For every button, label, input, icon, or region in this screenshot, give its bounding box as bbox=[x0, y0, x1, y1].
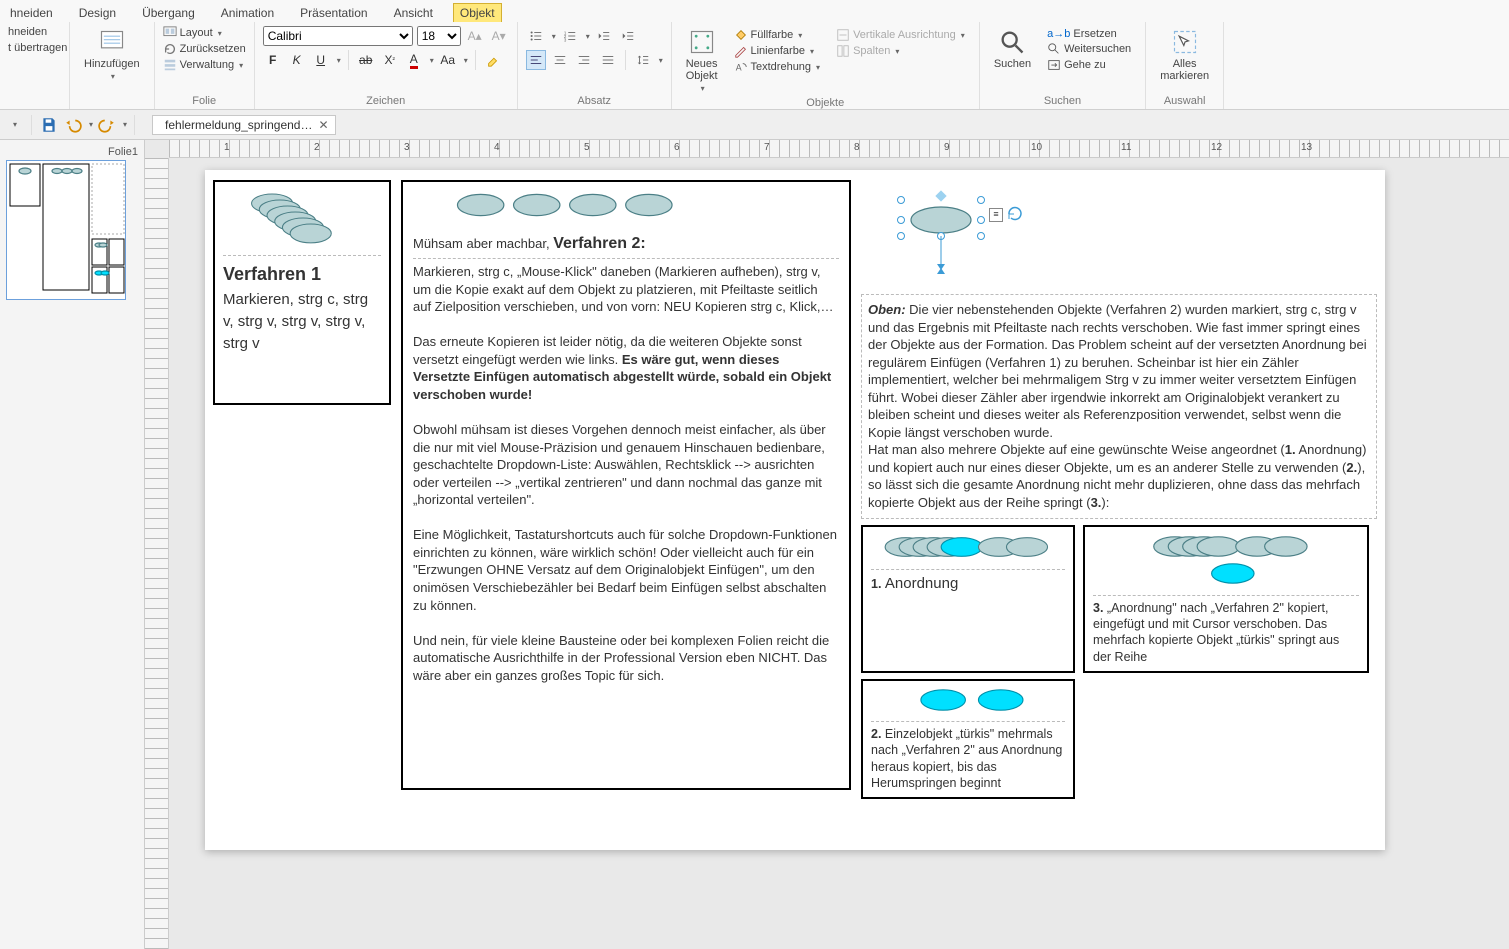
box-anordnung2[interactable]: 2. Einzelobjekt „türkis" mehrmals nach „… bbox=[861, 679, 1075, 799]
qa-redo[interactable] bbox=[97, 115, 117, 135]
quick-access: ▾ ▾ ▾ fehlermeldung_springend… ✕ bbox=[0, 110, 1509, 140]
box-anordnung3[interactable]: 3. „Anordnung" nach „Verfahren 2" kopier… bbox=[1083, 525, 1369, 673]
group-suchen: Suchen bbox=[988, 93, 1137, 109]
verfahren2-graphic bbox=[413, 190, 703, 220]
cmd-replace[interactable]: a→b Ersetzen bbox=[1047, 28, 1131, 40]
cmd-cut[interactable]: hneiden bbox=[8, 26, 61, 38]
menu-tabs: hneiden Design Übergang Animation Präsen… bbox=[0, 0, 1509, 22]
cmd-textrot[interactable]: ATextdrehung▾ bbox=[734, 60, 821, 74]
document-tab[interactable]: fehlermeldung_springend… ✕ bbox=[152, 115, 336, 135]
super[interactable]: X² bbox=[380, 50, 400, 70]
ribbon: hneiden t übertragen Hinzufügen ▾ Layout… bbox=[0, 22, 1509, 110]
strike[interactable]: ab bbox=[356, 50, 376, 70]
underline[interactable]: U bbox=[311, 50, 331, 70]
rotate-handle-icon[interactable] bbox=[1007, 206, 1023, 222]
slide-canvas[interactable]: 12345678910111213 Verfahren 1 Markieren,… bbox=[145, 140, 1509, 949]
add-slide[interactable]: Hinzufügen ▾ bbox=[78, 26, 146, 83]
group-zeichen: Zeichen bbox=[263, 93, 509, 109]
cmd-layout[interactable]: Layout▾ bbox=[163, 26, 246, 40]
linespacing[interactable] bbox=[633, 50, 653, 70]
fontcolor[interactable]: A bbox=[404, 50, 424, 70]
group-folie: Folie bbox=[163, 93, 246, 109]
ruler-horizontal: 12345678910111213 bbox=[169, 140, 1509, 158]
indent[interactable] bbox=[618, 26, 638, 46]
highlight[interactable] bbox=[483, 50, 503, 70]
font-size[interactable]: 18 bbox=[417, 26, 461, 46]
tab-cut[interactable]: hneiden bbox=[4, 4, 59, 22]
right-text[interactable]: Oben: Die vier nebenstehenden Objekte (V… bbox=[861, 294, 1377, 519]
search-icon bbox=[998, 28, 1026, 56]
cmd-manage[interactable]: Verwaltung▾ bbox=[163, 58, 246, 72]
outdent[interactable] bbox=[594, 26, 614, 46]
document-name: fehlermeldung_springend… bbox=[165, 118, 312, 132]
verfahren1-graphic bbox=[223, 188, 383, 248]
font-family[interactable]: Calibri bbox=[263, 26, 413, 46]
cmd-select-all[interactable]: Alles markieren bbox=[1154, 26, 1215, 84]
selected-shape[interactable]: ≡ bbox=[901, 180, 981, 290]
select-all-icon bbox=[1171, 28, 1199, 56]
italic[interactable]: K bbox=[287, 50, 307, 70]
align-left[interactable] bbox=[526, 50, 546, 70]
ruler-vertical bbox=[145, 158, 169, 949]
group-auswahl: Auswahl bbox=[1154, 93, 1215, 109]
cmd-reset[interactable]: Zurücksetzen bbox=[163, 42, 246, 56]
qa-save[interactable] bbox=[39, 115, 59, 135]
case[interactable]: Aa bbox=[438, 50, 458, 70]
align-right[interactable] bbox=[574, 50, 594, 70]
qa-undo[interactable] bbox=[63, 115, 83, 135]
close-doc-icon[interactable]: ✕ bbox=[318, 118, 328, 132]
new-object[interactable]: Neues Objekt▾ bbox=[680, 26, 724, 95]
cmd-findnext[interactable]: Weitersuchen bbox=[1047, 42, 1131, 56]
tab-view[interactable]: Ansicht bbox=[388, 4, 439, 22]
new-object-icon bbox=[688, 28, 716, 56]
box-verfahren2[interactable]: Mühsam aber machbar, Verfahren 2: Markie… bbox=[401, 180, 851, 790]
tab-object[interactable]: Objekt bbox=[453, 3, 502, 22]
cmd-linecolor[interactable]: Linienfarbe▾ bbox=[734, 44, 821, 58]
box-anordnung1[interactable]: 1. Anordnung bbox=[861, 525, 1075, 673]
font-shrink[interactable]: A▾ bbox=[489, 26, 509, 46]
workspace: Folie1 12345678910111213 bbox=[0, 140, 1509, 949]
group-objekte: Objekte bbox=[680, 95, 971, 111]
svg-text:A: A bbox=[735, 63, 741, 73]
cmd-fillcolor[interactable]: Füllfarbe▾ bbox=[734, 28, 821, 42]
svg-text:3: 3 bbox=[564, 37, 567, 42]
slide-panel: Folie1 bbox=[0, 140, 145, 949]
align-justify[interactable] bbox=[598, 50, 618, 70]
tab-transition[interactable]: Übergang bbox=[136, 4, 201, 22]
cmd-columns: Spalten▾ bbox=[836, 44, 965, 58]
cmd-search[interactable]: Suchen bbox=[988, 26, 1037, 72]
align-center[interactable] bbox=[550, 50, 570, 70]
add-slide-icon bbox=[98, 28, 126, 56]
panel-right: ≡ Oben: Die vier nebenstehenden Objekte … bbox=[861, 180, 1377, 799]
box-verfahren1[interactable]: Verfahren 1 Markieren, strg c, strg v, s… bbox=[213, 180, 391, 405]
v1-title: Verfahren 1 bbox=[223, 260, 381, 289]
font-grow[interactable]: A▴ bbox=[465, 26, 485, 46]
cmd-valign: Vertikale Ausrichtung▾ bbox=[836, 28, 965, 42]
tab-design[interactable]: Design bbox=[73, 4, 122, 22]
tab-present[interactable]: Präsentation bbox=[294, 4, 373, 22]
qa-menu[interactable]: ▾ bbox=[4, 115, 24, 135]
slide-thumb-label: Folie1 bbox=[6, 146, 138, 160]
group-absatz: Absatz bbox=[526, 93, 663, 109]
tab-animation[interactable]: Animation bbox=[215, 4, 280, 22]
slide-thumb-1[interactable] bbox=[6, 160, 126, 300]
list-bullet[interactable] bbox=[526, 26, 546, 46]
bold[interactable]: F bbox=[263, 50, 283, 70]
cmd-fmt[interactable]: t übertragen bbox=[8, 42, 61, 54]
cmd-goto[interactable]: Gehe zu bbox=[1047, 58, 1131, 72]
slide-page: Verfahren 1 Markieren, strg c, strg v, s… bbox=[205, 170, 1385, 850]
v1-body: Markieren, strg c, strg v, strg v, strg … bbox=[223, 289, 381, 354]
list-number[interactable]: 123 bbox=[560, 26, 580, 46]
